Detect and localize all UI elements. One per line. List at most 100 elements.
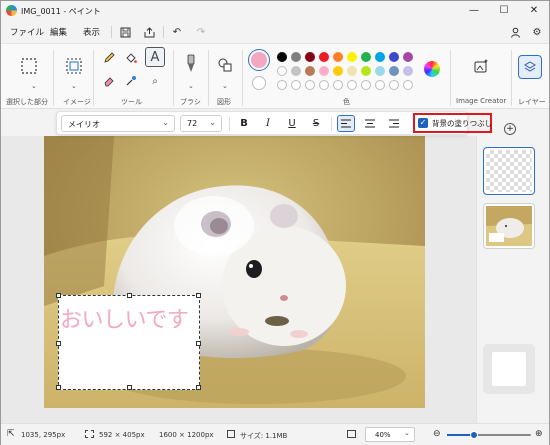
chevron-down-icon[interactable]: ⌄ [31, 82, 37, 90]
layers-icon[interactable] [518, 55, 542, 79]
chevron-down-icon[interactable]: ⌄ [71, 82, 77, 90]
chevron-down-icon[interactable]: ⌄ [188, 82, 194, 90]
align-center-button[interactable] [361, 115, 379, 132]
custom-color-slot[interactable] [277, 80, 287, 90]
palette-color-swatch[interactable] [389, 66, 399, 76]
toolbar-divider [331, 117, 332, 131]
custom-color-slot[interactable] [347, 80, 357, 90]
resize-handle[interactable] [56, 293, 61, 298]
eraser-icon[interactable] [101, 73, 117, 89]
font-size-select[interactable]: 72 ⌄ [180, 115, 222, 132]
canvas-text[interactable]: おいしいです [60, 302, 189, 334]
italic-button[interactable]: I [259, 115, 277, 132]
palette-color-swatch[interactable] [305, 52, 315, 62]
align-right-button[interactable] [385, 115, 403, 132]
custom-color-slot[interactable] [319, 80, 329, 90]
brush-icon[interactable] [181, 52, 201, 76]
edit-colors-icon[interactable] [424, 61, 440, 77]
custom-color-slot[interactable] [403, 80, 413, 90]
zoom-slider-thumb[interactable] [469, 431, 478, 439]
custom-color-slot[interactable] [333, 80, 343, 90]
undo-icon[interactable]: ↶ [169, 24, 185, 40]
resize-handle[interactable] [127, 293, 132, 298]
palette-color-swatch[interactable] [319, 66, 329, 76]
palette-color-swatch[interactable] [361, 66, 371, 76]
custom-color-slot[interactable] [389, 80, 399, 90]
resize-handle[interactable] [196, 341, 201, 346]
ribbon-divider [208, 50, 209, 106]
palette-color-swatch[interactable] [291, 66, 301, 76]
palette-color-swatch[interactable] [375, 66, 385, 76]
color-picker-icon[interactable] [123, 73, 139, 89]
shapes-icon[interactable] [215, 54, 235, 76]
save-icon[interactable] [117, 24, 133, 40]
palette-color-swatch[interactable] [347, 66, 357, 76]
magnifier-icon[interactable]: ⌕ [147, 73, 163, 89]
palette-color-swatch[interactable] [277, 52, 287, 62]
image-crop-icon[interactable] [62, 54, 86, 78]
strikethrough-button[interactable]: S [307, 115, 325, 132]
minimize-icon[interactable]: — [459, 1, 489, 19]
primary-color-ring[interactable] [248, 49, 270, 71]
fill-background-checkbox[interactable]: ✓ [418, 118, 428, 128]
image-creator-icon[interactable] [471, 56, 491, 76]
custom-color-slot[interactable] [361, 80, 371, 90]
zoom-out-icon[interactable]: ⊖ [433, 429, 441, 439]
fill-bucket-icon[interactable] [123, 50, 139, 66]
close-icon[interactable]: ✕ [519, 1, 549, 19]
ribbon-divider [242, 50, 243, 106]
group-label-image: イメージ [63, 98, 91, 106]
select-tool-icon[interactable] [17, 54, 41, 78]
palette-color-swatch[interactable] [347, 52, 357, 62]
add-layer-icon[interactable]: + [504, 123, 516, 135]
palette-color-swatch[interactable] [403, 52, 413, 62]
palette-color-swatch[interactable] [291, 52, 301, 62]
resize-handle[interactable] [56, 341, 61, 346]
menu-edit[interactable]: 編集 [50, 26, 67, 38]
resize-handle[interactable] [56, 385, 61, 390]
zoom-in-icon[interactable]: ⊕ [535, 429, 543, 439]
layer-thumbnail-text[interactable] [483, 147, 535, 195]
menu-file[interactable]: ファイル [10, 26, 44, 38]
palette-color-swatch[interactable] [389, 52, 399, 62]
settings-icon[interactable]: ⚙ [529, 24, 545, 40]
resize-handle[interactable] [196, 293, 201, 298]
redo-icon[interactable]: ↷ [193, 24, 209, 40]
palette-color-swatch[interactable] [305, 66, 315, 76]
custom-color-slot[interactable] [291, 80, 301, 90]
palette-color-swatch[interactable] [277, 66, 287, 76]
fit-to-window-icon[interactable] [347, 430, 356, 438]
menu-view[interactable]: 表示 [83, 26, 100, 38]
palette-color-swatch[interactable] [319, 52, 329, 62]
zoom-select[interactable]: 40% ⌄ [365, 427, 415, 442]
secondary-color-swatch[interactable] [252, 76, 266, 90]
menu-divider [163, 26, 164, 38]
pencil-icon[interactable] [101, 50, 117, 66]
font-family-select[interactable]: メイリオ ⌄ [61, 115, 175, 132]
share-icon[interactable] [141, 24, 157, 40]
canvas-image[interactable]: おいしいです [44, 136, 425, 408]
custom-color-slot[interactable] [375, 80, 385, 90]
bold-button[interactable]: B [235, 115, 253, 132]
account-icon[interactable] [507, 24, 523, 40]
zoom-slider[interactable] [447, 431, 531, 439]
underline-button[interactable]: U [283, 115, 301, 132]
palette-color-swatch[interactable] [375, 52, 385, 62]
resize-handle[interactable] [127, 385, 132, 390]
palette-color-swatch[interactable] [333, 52, 343, 62]
resize-handle[interactable] [196, 385, 201, 390]
new-layer-placeholder[interactable] [483, 344, 535, 394]
primary-color-swatch[interactable] [251, 52, 267, 68]
text-tool-icon[interactable]: A [145, 47, 165, 67]
chevron-down-icon[interactable]: ⌄ [222, 82, 228, 90]
paint-app-icon [6, 5, 17, 16]
align-left-button[interactable] [337, 115, 355, 132]
palette-color-swatch[interactable] [333, 66, 343, 76]
custom-color-slot[interactable] [305, 80, 315, 90]
palette-color-swatch[interactable] [361, 52, 371, 62]
menu-divider [111, 26, 112, 38]
text-box[interactable]: おいしいです [56, 293, 201, 390]
layer-thumbnail-photo[interactable] [483, 203, 535, 249]
maximize-icon[interactable]: ☐ [489, 1, 519, 19]
palette-color-swatch[interactable] [403, 66, 413, 76]
